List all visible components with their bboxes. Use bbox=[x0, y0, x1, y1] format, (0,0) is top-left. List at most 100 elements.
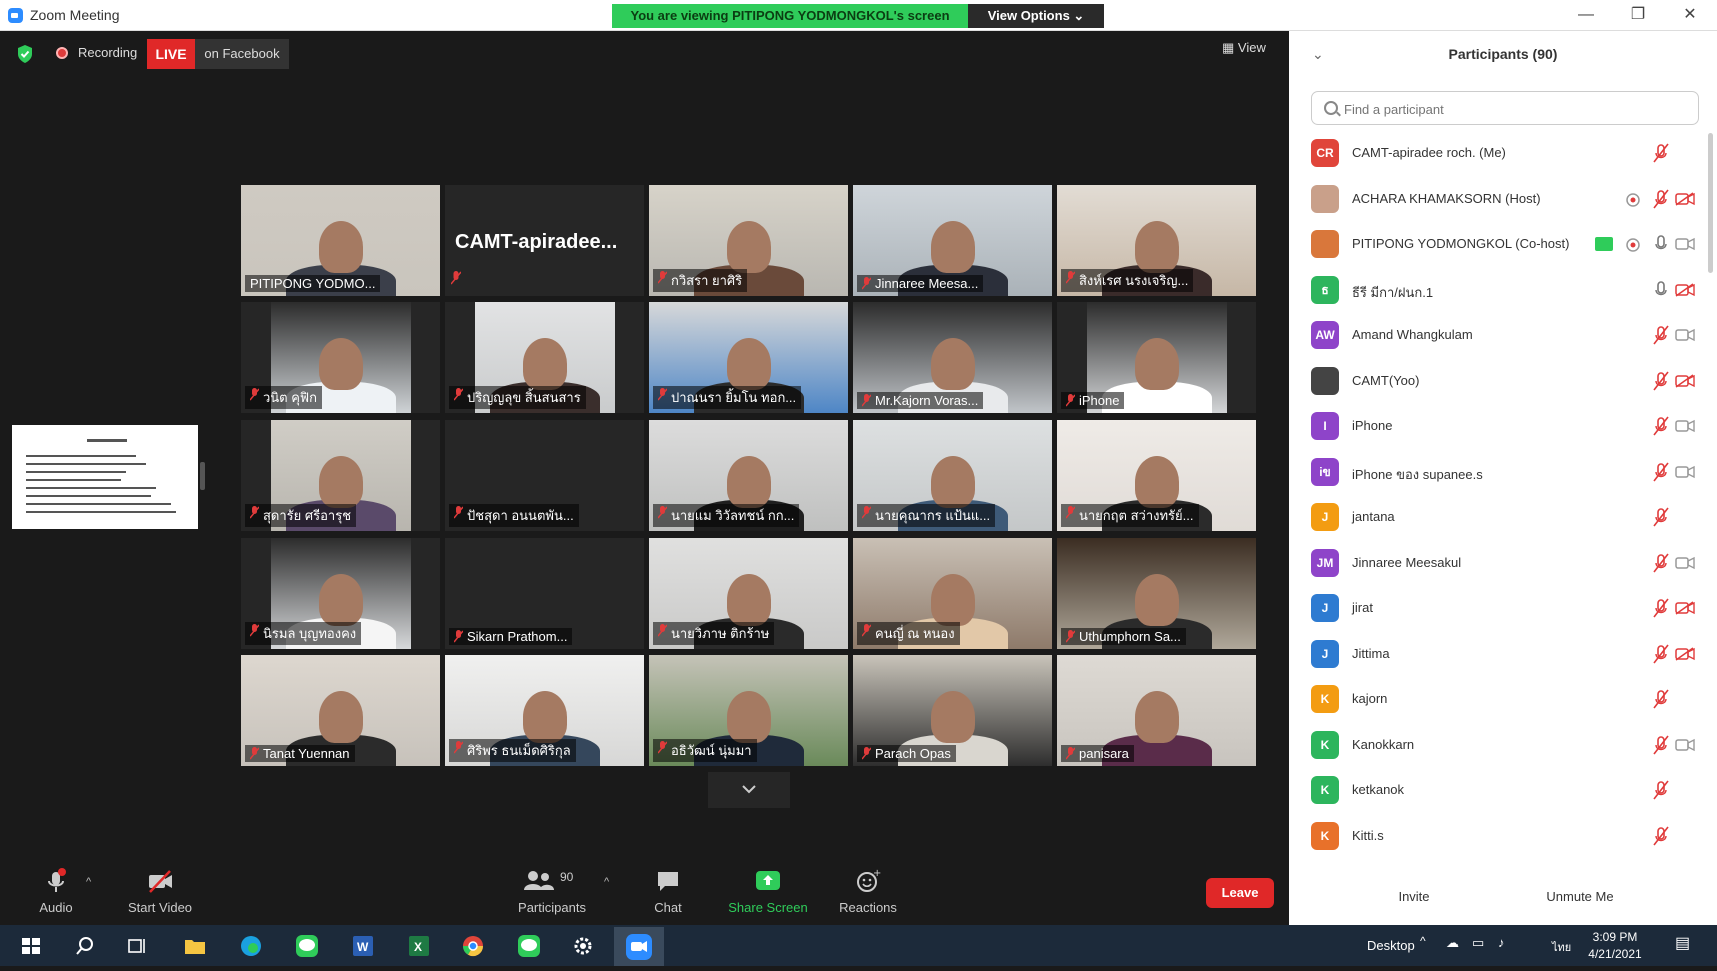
share-screen-button[interactable]: Share Screen bbox=[724, 868, 812, 915]
participant-row[interactable]: ธ ธีรี มีกา/ฝนก.1 bbox=[1289, 270, 1697, 312]
video-tile[interactable]: panisara bbox=[1057, 655, 1256, 766]
search-icon[interactable] bbox=[72, 933, 98, 959]
video-tile[interactable]: นายแม วิวัลทชน์ กก... bbox=[649, 420, 848, 531]
start-video-button[interactable]: Start Video bbox=[120, 868, 200, 915]
minimize-button[interactable]: — bbox=[1566, 4, 1606, 26]
participant-row[interactable]: ACHARA KHAMAKSORN (Host) bbox=[1289, 179, 1697, 221]
network-icon[interactable]: ▭ bbox=[1472, 935, 1484, 951]
shared-screen-thumbnail[interactable] bbox=[12, 425, 198, 529]
zoom-taskbar-item[interactable] bbox=[614, 927, 664, 966]
video-tile[interactable]: Jinnaree Meesa... bbox=[853, 185, 1052, 296]
participants-options-caret[interactable]: ^ bbox=[604, 876, 609, 888]
audio-options-caret[interactable]: ^ bbox=[86, 876, 91, 888]
video-tile[interactable]: สุดารัย ศรีอารุช bbox=[241, 420, 440, 531]
video-tile[interactable]: PITIPONG YODMO... bbox=[241, 185, 440, 296]
participants-button[interactable]: 90 Participants bbox=[512, 868, 592, 915]
video-tile[interactable]: iPhone bbox=[1057, 302, 1256, 413]
word-icon[interactable]: W bbox=[350, 933, 376, 959]
live-destination[interactable]: on Facebook bbox=[195, 39, 289, 69]
video-tile[interactable]: ปริญญลุข สิ้นสนสาร bbox=[445, 302, 644, 413]
participant-row[interactable]: AW Amand Whangkulam bbox=[1289, 315, 1697, 357]
video-off-icon bbox=[1675, 328, 1695, 342]
participants-count: 90 bbox=[560, 870, 574, 884]
search-input[interactable] bbox=[1342, 98, 1686, 120]
video-tile[interactable]: อธิวัฒน์ นุ่มมา bbox=[649, 655, 848, 766]
video-tile[interactable]: ปาณนรา ยิ้มโน ทอก... bbox=[649, 302, 848, 413]
participant-row[interactable]: JM Jinnaree Meesakul bbox=[1289, 543, 1697, 585]
leave-button[interactable]: Leave bbox=[1206, 878, 1274, 908]
line-app-icon[interactable] bbox=[516, 933, 542, 959]
gallery-view-button[interactable]: ▦ View bbox=[1222, 40, 1266, 56]
video-tile[interactable]: Sikarn Prathom... bbox=[445, 538, 644, 649]
system-tray-chevron-icon[interactable]: ^ bbox=[1420, 934, 1426, 948]
audio-button[interactable]: Audio bbox=[32, 868, 80, 915]
video-tile[interactable]: Uthumphorn Sa... bbox=[1057, 538, 1256, 649]
windows-start-icon[interactable] bbox=[18, 933, 44, 959]
desktop-toolbar-label[interactable]: Desktop bbox=[1367, 938, 1415, 953]
line-app-icon[interactable] bbox=[294, 933, 320, 959]
tile-name-text: สุดารัย ศรีอารุช bbox=[263, 508, 352, 523]
video-tile[interactable]: นิรมล บุญทองคง bbox=[241, 538, 440, 649]
video-tile[interactable]: คนญี่ ณ หนอง bbox=[853, 538, 1052, 649]
tile-name-text: นายแม วิวัลทชน์ กก... bbox=[671, 508, 795, 523]
close-button[interactable]: ✕ bbox=[1670, 4, 1710, 26]
live-badge[interactable]: LIVE bbox=[147, 39, 195, 69]
participants-panel-title: Participants (90) bbox=[1448, 46, 1558, 62]
participant-row[interactable]: Jjantana bbox=[1289, 497, 1697, 539]
invite-button[interactable]: Invite bbox=[1389, 882, 1439, 912]
participant-list-scrollbar[interactable] bbox=[1708, 133, 1713, 273]
tile-name-text: สิงห์เรศ นรงเจริญ... bbox=[1079, 273, 1189, 288]
participant-row[interactable]: J Jittima bbox=[1289, 634, 1697, 676]
settings-gear-icon[interactable] bbox=[570, 933, 596, 959]
chat-button[interactable]: Chat bbox=[646, 868, 690, 915]
participant-row[interactable]: K Kitti.s bbox=[1289, 816, 1697, 858]
participant-row[interactable]: Jjirat bbox=[1289, 588, 1697, 630]
onedrive-cloud-icon[interactable]: ☁ bbox=[1446, 935, 1459, 951]
video-tile[interactable]: วนิต คุฟิก bbox=[241, 302, 440, 413]
chrome-icon[interactable] bbox=[460, 933, 486, 959]
participant-search[interactable] bbox=[1311, 91, 1699, 125]
security-shield-icon[interactable] bbox=[16, 44, 34, 64]
participant-row[interactable]: iข iPhone ของ supanee.s bbox=[1289, 452, 1697, 494]
avatar: K bbox=[1311, 776, 1339, 804]
input-language[interactable]: ไทย bbox=[1552, 938, 1571, 956]
next-page-button[interactable] bbox=[708, 772, 790, 808]
participant-row[interactable]: CAMT(Yoo) bbox=[1289, 361, 1697, 403]
video-tile[interactable]: Parach Opas bbox=[853, 655, 1052, 766]
participant-row[interactable]: IiPhone bbox=[1289, 406, 1697, 448]
participant-row[interactable]: Kketkanok bbox=[1289, 770, 1697, 812]
participant-name: ACHARA KHAMAKSORN (Host) bbox=[1352, 190, 1541, 206]
excel-icon[interactable]: X bbox=[406, 933, 432, 959]
edge-browser-icon[interactable] bbox=[238, 933, 264, 959]
video-tile[interactable]: Mr.Kajorn Voras... bbox=[853, 302, 1052, 413]
video-tile[interactable]: CAMT-apiradee... bbox=[445, 185, 644, 296]
participant-row[interactable]: PITIPONG YODMONGKOL (Co-host) bbox=[1289, 224, 1697, 266]
participant-name: jirat bbox=[1352, 600, 1373, 615]
video-tile[interactable]: ปัชสุดา อนนตพัน... bbox=[445, 420, 644, 531]
video-tile[interactable]: กวิสรา ยาศิริ bbox=[649, 185, 848, 296]
tile-name-label: นายแม วิวัลทชน์ กก... bbox=[653, 504, 800, 527]
participant-name: jantana bbox=[1352, 509, 1395, 524]
task-view-icon[interactable] bbox=[124, 933, 150, 959]
file-explorer-icon[interactable] bbox=[182, 933, 208, 959]
tile-name-label: Jinnaree Meesa... bbox=[857, 275, 984, 292]
reactions-button[interactable]: + Reactions bbox=[834, 868, 902, 915]
video-tile[interactable]: ศิริพร ธนเม็ดศิริกุล bbox=[445, 655, 644, 766]
participant-row[interactable]: Kkajorn bbox=[1289, 679, 1697, 721]
video-off-icon bbox=[1675, 556, 1695, 570]
video-tile[interactable]: สิงห์เรศ นรงเจริญ... bbox=[1057, 185, 1256, 296]
muted-mic-icon bbox=[453, 388, 464, 401]
video-tile[interactable]: นายกฤต สว่างทรัย์... bbox=[1057, 420, 1256, 531]
unmute-me-button[interactable]: Unmute Me bbox=[1535, 882, 1625, 912]
view-options-button[interactable]: View Options ⌄ bbox=[968, 4, 1104, 28]
participant-row[interactable]: CR CAMT-apiradee roch. (Me) bbox=[1289, 133, 1697, 175]
participant-row[interactable]: K Kanokkarn bbox=[1289, 725, 1697, 767]
restore-button[interactable]: ❐ bbox=[1618, 4, 1658, 26]
volume-icon[interactable]: ♪ bbox=[1498, 935, 1505, 950]
notification-center-icon[interactable]: ▤ bbox=[1675, 933, 1690, 953]
thumbnail-resize-handle[interactable] bbox=[200, 462, 205, 490]
video-tile[interactable]: นายคุณากร แป้นแ... bbox=[853, 420, 1052, 531]
system-clock[interactable]: 3:09 PM 4/21/2021 bbox=[1580, 929, 1650, 963]
video-tile[interactable]: นายวิภาษ ติกร้าษ bbox=[649, 538, 848, 649]
video-tile[interactable]: Tanat Yuennan bbox=[241, 655, 440, 766]
